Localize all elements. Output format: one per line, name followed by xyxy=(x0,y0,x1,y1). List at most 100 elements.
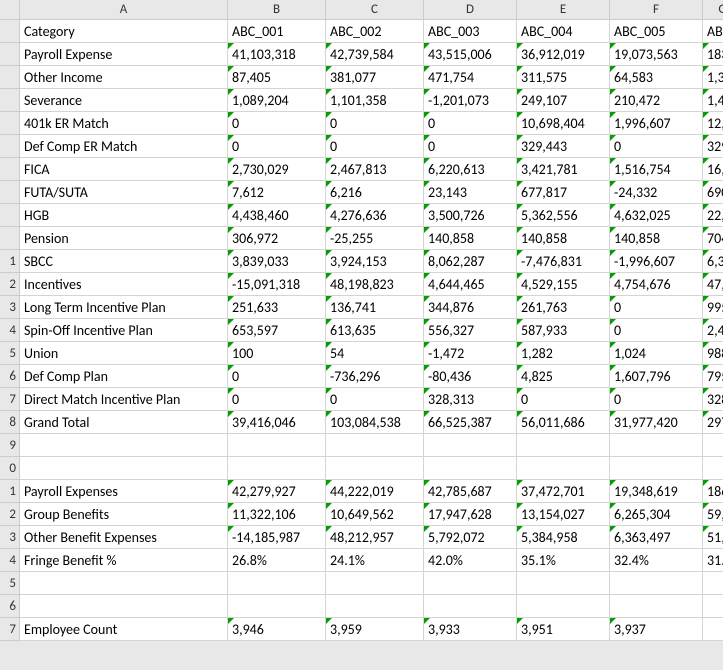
value-cell[interactable] xyxy=(424,572,517,595)
category-cell[interactable]: Pension xyxy=(20,227,228,250)
value-cell[interactable]: -1,472 xyxy=(424,342,517,365)
category-cell[interactable]: Direct Match Incentive Plan xyxy=(20,388,228,411)
value-cell[interactable] xyxy=(326,434,424,457)
value-cell[interactable]: 653,597 xyxy=(228,319,326,342)
row-header[interactable]: 2 xyxy=(0,273,20,296)
row-header[interactable]: 4 xyxy=(0,319,20,342)
value-cell[interactable]: 328,3 xyxy=(703,388,723,411)
value-cell[interactable] xyxy=(610,572,703,595)
category-cell[interactable] xyxy=(20,595,228,618)
value-cell[interactable]: 47,03 xyxy=(703,273,723,296)
category-cell[interactable]: Severance xyxy=(20,89,228,112)
value-cell[interactable]: 5,362,556 xyxy=(517,204,610,227)
value-cell[interactable]: 13,154,027 xyxy=(517,503,610,526)
value-cell[interactable]: 42,785,687 xyxy=(424,480,517,503)
category-cell[interactable]: HGB xyxy=(20,204,228,227)
value-cell[interactable]: 0 xyxy=(517,388,610,411)
value-cell[interactable]: 6,363,497 xyxy=(610,526,703,549)
value-cell[interactable] xyxy=(610,595,703,618)
category-cell[interactable]: Payroll Expenses xyxy=(20,480,228,503)
header-col[interactable]: ABC_003 xyxy=(424,20,517,43)
value-cell[interactable]: -7,476,831 xyxy=(517,250,610,273)
category-cell[interactable]: Grand Total xyxy=(20,411,228,434)
row-header[interactable] xyxy=(0,181,20,204)
value-cell[interactable] xyxy=(424,595,517,618)
select-all-corner[interactable] xyxy=(0,0,20,20)
value-cell[interactable]: 613,635 xyxy=(326,319,424,342)
value-cell[interactable]: 44,222,019 xyxy=(326,480,424,503)
value-cell[interactable]: 0 xyxy=(228,388,326,411)
value-cell[interactable] xyxy=(610,434,703,457)
row-header[interactable] xyxy=(0,20,20,43)
value-cell[interactable]: 17,947,628 xyxy=(424,503,517,526)
value-cell[interactable]: -15,091,318 xyxy=(228,273,326,296)
value-cell[interactable]: 3,951 xyxy=(517,618,610,641)
value-cell[interactable]: 32.4% xyxy=(610,549,703,572)
value-cell[interactable]: 344,876 xyxy=(424,296,517,319)
column-header-c[interactable]: C xyxy=(326,0,424,20)
category-cell[interactable] xyxy=(20,572,228,595)
category-cell[interactable]: Union xyxy=(20,342,228,365)
value-cell[interactable]: 4,754,676 xyxy=(610,273,703,296)
column-header-b[interactable]: B xyxy=(228,0,326,20)
header-col[interactable]: ABC_001 xyxy=(228,20,326,43)
value-cell[interactable]: -25,255 xyxy=(326,227,424,250)
value-cell[interactable] xyxy=(517,572,610,595)
category-cell[interactable]: FICA xyxy=(20,158,228,181)
row-header[interactable]: 9 xyxy=(0,434,20,457)
value-cell[interactable]: 56,011,686 xyxy=(517,411,610,434)
value-cell[interactable]: 36,912,019 xyxy=(517,43,610,66)
value-cell[interactable]: 140,858 xyxy=(517,227,610,250)
category-cell[interactable]: Spin-Off Incentive Plan xyxy=(20,319,228,342)
value-cell[interactable]: -1,996,607 xyxy=(610,250,703,273)
category-cell[interactable]: Def Comp Plan xyxy=(20,365,228,388)
header-col[interactable]: ABC_004 xyxy=(517,20,610,43)
value-cell[interactable]: 690,4 xyxy=(703,181,723,204)
value-cell[interactable]: 329,4 xyxy=(703,135,723,158)
column-header-a[interactable]: A xyxy=(20,0,228,20)
row-header[interactable]: 8 xyxy=(0,411,20,434)
value-cell[interactable]: 3,839,033 xyxy=(228,250,326,273)
category-cell[interactable]: Payroll Expense xyxy=(20,43,228,66)
value-cell[interactable]: 3,937 xyxy=(610,618,703,641)
value-cell[interactable]: 1,024 xyxy=(610,342,703,365)
value-cell[interactable]: 59,33 xyxy=(703,503,723,526)
value-cell[interactable]: 795,8 xyxy=(703,365,723,388)
column-header-g[interactable]: G xyxy=(703,0,723,20)
value-cell[interactable]: 995,0 xyxy=(703,296,723,319)
row-header[interactable]: 1 xyxy=(0,480,20,503)
value-cell[interactable]: 0 xyxy=(326,112,424,135)
value-cell[interactable]: 183,3 xyxy=(703,43,723,66)
value-cell[interactable]: 26.8% xyxy=(228,549,326,572)
value-cell[interactable]: 10,698,404 xyxy=(517,112,610,135)
value-cell[interactable] xyxy=(517,434,610,457)
value-cell[interactable]: 328,313 xyxy=(424,388,517,411)
value-cell[interactable]: 51,56 xyxy=(703,526,723,549)
value-cell[interactable]: 677,817 xyxy=(517,181,610,204)
category-cell[interactable] xyxy=(20,457,228,480)
row-header[interactable]: 0 xyxy=(0,457,20,480)
value-cell[interactable] xyxy=(703,434,723,457)
value-cell[interactable]: 6,265,304 xyxy=(610,503,703,526)
value-cell[interactable]: 249,107 xyxy=(517,89,610,112)
category-cell[interactable]: Incentives xyxy=(20,273,228,296)
value-cell[interactable]: 6,352 xyxy=(703,250,723,273)
value-cell[interactable]: 3,933 xyxy=(424,618,517,641)
value-cell[interactable]: 4,529,155 xyxy=(517,273,610,296)
row-header[interactable] xyxy=(0,135,20,158)
value-cell[interactable]: 0 xyxy=(326,135,424,158)
row-header[interactable]: 6 xyxy=(0,365,20,388)
value-cell[interactable]: 42,739,584 xyxy=(326,43,424,66)
value-cell[interactable]: 103,084,538 xyxy=(326,411,424,434)
value-cell[interactable] xyxy=(424,457,517,480)
value-cell[interactable] xyxy=(326,457,424,480)
category-cell[interactable]: SBCC xyxy=(20,250,228,273)
value-cell[interactable]: 704,2 xyxy=(703,227,723,250)
category-cell[interactable]: Def Comp ER Match xyxy=(20,135,228,158)
value-cell[interactable]: 988 xyxy=(703,342,723,365)
value-cell[interactable]: 3,500,726 xyxy=(424,204,517,227)
value-cell[interactable]: 16,35 xyxy=(703,158,723,181)
value-cell[interactable] xyxy=(703,595,723,618)
value-cell[interactable]: 7,612 xyxy=(228,181,326,204)
category-cell[interactable]: Employee Count xyxy=(20,618,228,641)
